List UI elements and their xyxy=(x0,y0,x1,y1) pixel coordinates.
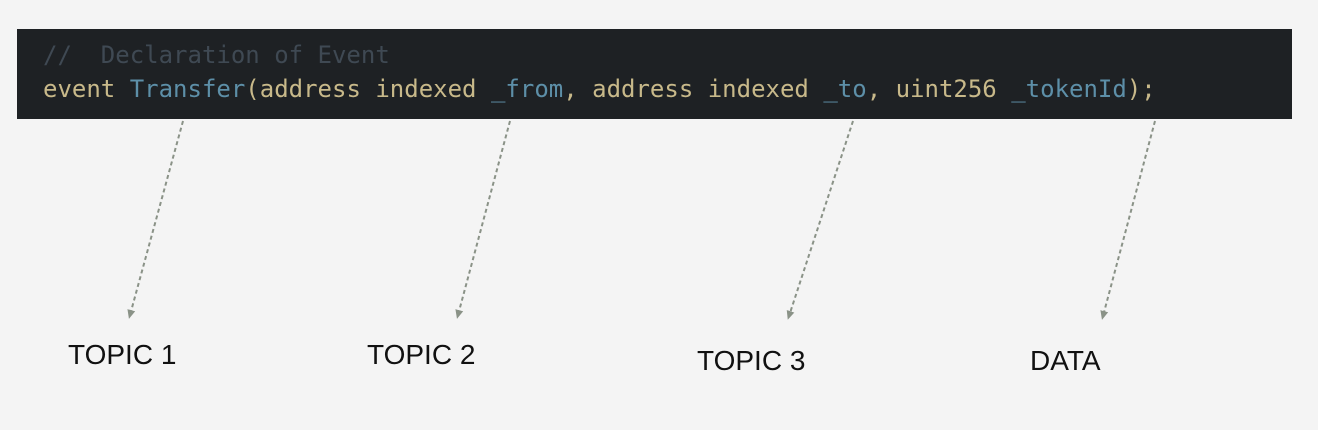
arrow-topic-3 xyxy=(786,120,854,320)
label-data: DATA xyxy=(1030,345,1101,376)
arrow-data xyxy=(1100,120,1156,320)
label-topic-2: TOPIC 2 xyxy=(367,339,476,370)
label-topic-3: TOPIC 3 xyxy=(697,345,806,376)
arrow-topic-1 xyxy=(127,120,184,319)
arrows-layer xyxy=(127,120,1156,320)
arrow-topic-2 xyxy=(455,120,511,319)
label-topic-1: TOPIC 1 xyxy=(68,339,177,370)
